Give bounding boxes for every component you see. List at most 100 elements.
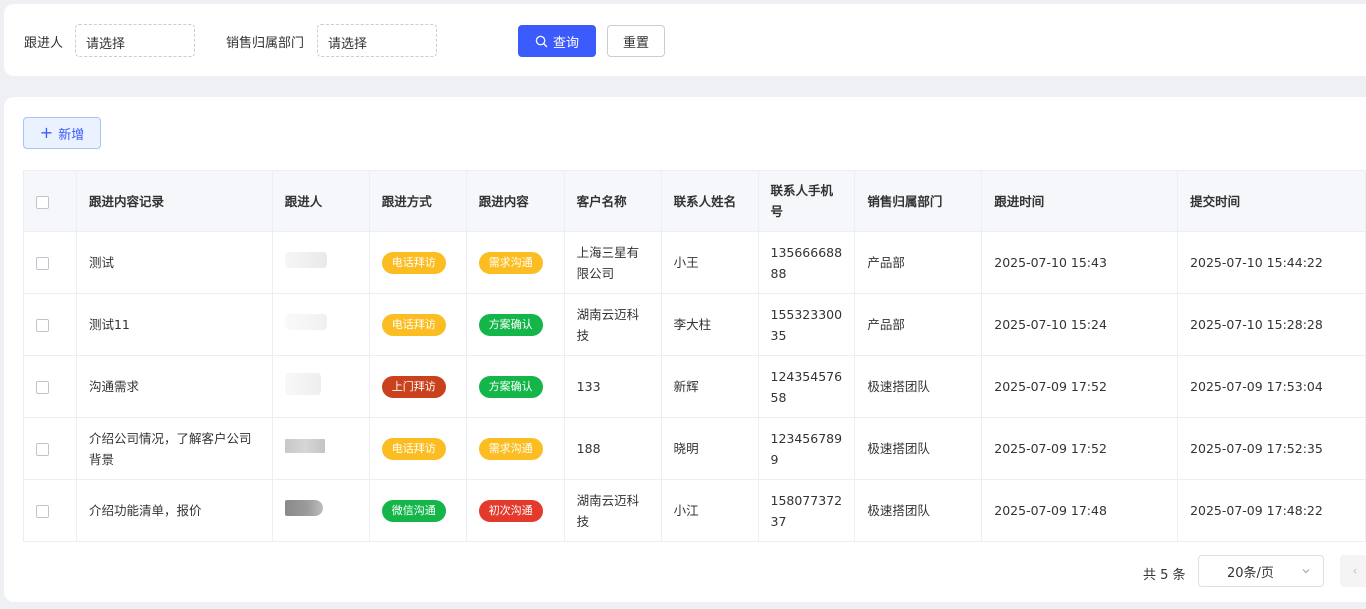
select-all-cell (23, 170, 77, 232)
cell-follower (271, 355, 370, 418)
method-tag: 微信沟通 (381, 500, 446, 522)
header-follow-time: 跟进时间 (981, 170, 1179, 232)
cell-phone: 1234567899 (757, 417, 856, 480)
page-size-value: 20条/页 (1227, 565, 1274, 581)
cell-customer: 湖南云迈科技 (563, 293, 662, 356)
header-follower: 跟进人 (271, 170, 370, 232)
method-tag: 电话拜访 (381, 314, 446, 336)
reset-button[interactable]: 重置 (607, 25, 665, 57)
dept-label: 销售归属部门 (226, 36, 305, 51)
page-size-select[interactable]: 20条/页 (1198, 555, 1324, 587)
cell-customer: 上海三星有限公司 (563, 231, 662, 294)
cell-dept: 极速搭团队 (854, 479, 983, 542)
pagination-total: 共 5 条 (1143, 568, 1186, 583)
cell-phone: 12435457658 (757, 355, 856, 418)
cell-follow-time: 2025-07-10 15:43 (981, 231, 1179, 294)
row-checkbox[interactable] (36, 381, 49, 394)
row-select-cell (23, 355, 77, 418)
row-checkbox[interactable] (36, 505, 49, 518)
row-checkbox[interactable] (36, 443, 49, 456)
add-button-label: 新增 (58, 127, 85, 143)
prev-page-button[interactable]: ‹ (1340, 555, 1366, 587)
cell-phone: 15807737237 (757, 479, 856, 542)
cell-dept: 产品部 (854, 293, 983, 356)
chevron-down-icon (1302, 569, 1310, 574)
cell-contact: 新辉 (660, 355, 759, 418)
cell-record: 介绍公司情况，了解客户公司背景 (75, 417, 273, 480)
header-submit-time: 提交时间 (1177, 170, 1366, 232)
search-icon (535, 35, 548, 47)
table-row: 测试 电话拜访 需求沟通 上海三星有限公司 小王 13566668888 产品部… (23, 231, 1366, 294)
content-tag: 初次沟通 (478, 500, 543, 522)
cell-contact: 小王 (660, 231, 759, 294)
cell-content: 方案确认 (465, 293, 565, 356)
table-panel: + 新增 跟进内容记录 跟进人 跟进方式 跟进内容 客户名称 联系人姓名 联系人… (4, 97, 1366, 602)
cell-method: 电话拜访 (368, 231, 467, 294)
cell-follow-time: 2025-07-09 17:52 (981, 355, 1179, 418)
follower-avatar-blurred (284, 439, 325, 453)
follower-label: 跟进人 (24, 36, 64, 51)
reset-button-label: 重置 (622, 35, 649, 51)
cell-follower (271, 479, 370, 542)
method-tag: 电话拜访 (381, 438, 446, 460)
row-select-cell (23, 417, 77, 480)
cell-content: 初次沟通 (465, 479, 565, 542)
row-select-cell (23, 231, 77, 294)
cell-content: 需求沟通 (465, 231, 565, 294)
content-tag: 方案确认 (478, 314, 543, 336)
cell-record: 测试11 (75, 293, 273, 356)
header-content: 跟进内容 (465, 170, 565, 232)
table-row: 介绍功能清单，报价 微信沟通 初次沟通 湖南云迈科技 小江 1580773723… (23, 479, 1366, 542)
cell-phone: 15532330035 (757, 293, 856, 356)
cell-record: 测试 (75, 231, 273, 294)
header-contact: 联系人姓名 (660, 170, 759, 232)
header-dept: 销售归属部门 (854, 170, 983, 232)
cell-method: 电话拜访 (368, 293, 467, 356)
follower-avatar-blurred (284, 313, 327, 330)
content-tag: 方案确认 (478, 376, 543, 398)
follower-avatar-blurred (284, 372, 321, 395)
cell-method: 上门拜访 (368, 355, 467, 418)
cell-contact: 小江 (660, 479, 759, 542)
search-button-label: 查询 (552, 35, 579, 51)
cell-record: 介绍功能清单，报价 (75, 479, 273, 542)
follower-avatar-blurred (284, 251, 327, 268)
cell-follower (271, 293, 370, 356)
cell-submit-time: 2025-07-10 15:28:28 (1177, 293, 1366, 356)
search-button[interactable]: 查询 (518, 25, 596, 57)
cell-content: 方案确认 (465, 355, 565, 418)
plus-icon: + (39, 123, 54, 142)
cell-customer: 湖南云迈科技 (563, 479, 662, 542)
cell-record: 沟通需求 (75, 355, 273, 418)
cell-follow-time: 2025-07-10 15:24 (981, 293, 1179, 356)
cell-follower (271, 417, 370, 480)
table-row: 测试11 电话拜访 方案确认 湖南云迈科技 李大柱 15532330035 产品… (23, 293, 1366, 356)
row-checkbox[interactable] (36, 257, 49, 270)
table-header-row: 跟进内容记录 跟进人 跟进方式 跟进内容 客户名称 联系人姓名 联系人手机号 销… (23, 170, 1366, 232)
row-select-cell (23, 293, 77, 356)
cell-phone: 13566668888 (757, 231, 856, 294)
row-checkbox[interactable] (36, 319, 49, 332)
cell-follower (271, 231, 370, 294)
follower-select[interactable]: 请选择 (75, 24, 195, 57)
dept-select-placeholder: 请选择 (328, 37, 368, 52)
cell-submit-time: 2025-07-09 17:53:04 (1177, 355, 1366, 418)
method-tag: 上门拜访 (381, 376, 446, 398)
select-all-checkbox[interactable] (36, 195, 49, 209)
header-record: 跟进内容记录 (75, 170, 273, 232)
header-method: 跟进方式 (368, 170, 467, 232)
header-phone: 联系人手机号 (757, 170, 856, 232)
table-row: 介绍公司情况，了解客户公司背景 电话拜访 需求沟通 188 晓明 1234567… (23, 417, 1366, 480)
cell-submit-time: 2025-07-09 17:52:35 (1177, 417, 1366, 480)
cell-dept: 产品部 (854, 231, 983, 294)
filter-bar: 跟进人 请选择 销售归属部门 请选择 查询 重置 (4, 4, 1366, 76)
cell-method: 电话拜访 (368, 417, 467, 480)
method-tag: 电话拜访 (381, 252, 446, 274)
follower-avatar-blurred (284, 499, 323, 516)
chevron-left-icon: ‹ (1352, 564, 1358, 578)
cell-customer: 188 (563, 417, 662, 480)
cell-method: 微信沟通 (368, 479, 467, 542)
cell-contact: 晓明 (660, 417, 759, 480)
dept-select[interactable]: 请选择 (317, 24, 437, 57)
add-button[interactable]: + 新增 (23, 117, 101, 149)
